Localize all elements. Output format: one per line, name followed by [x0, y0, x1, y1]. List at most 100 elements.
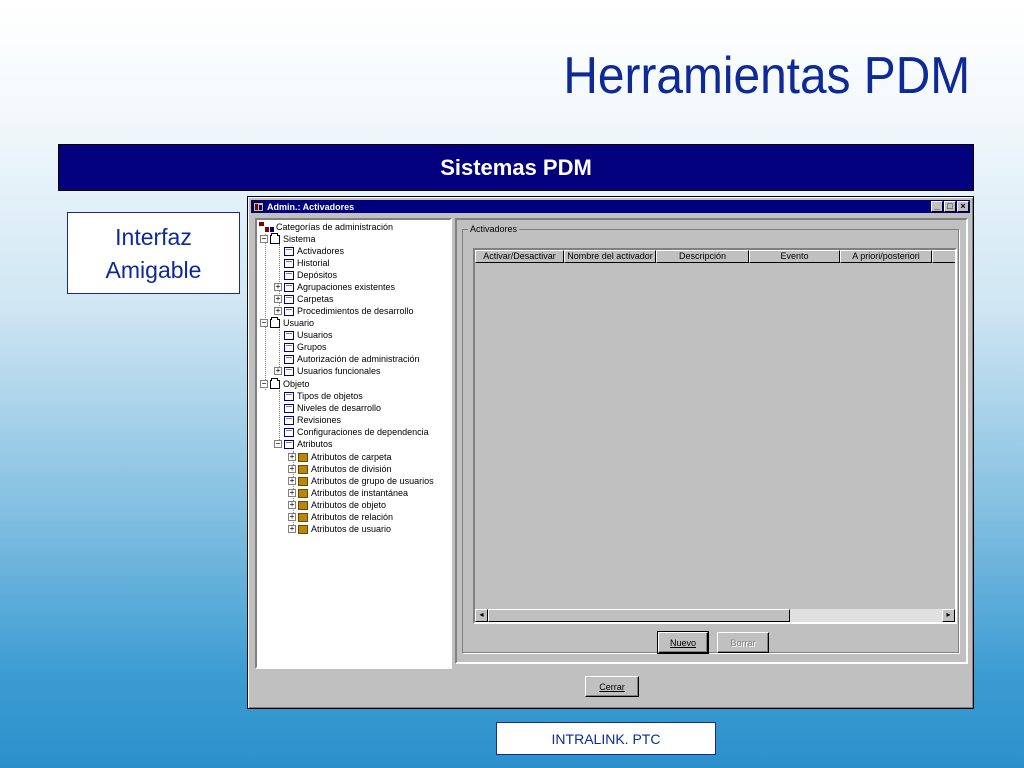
- tree-item-atributos-objeto[interactable]: + Atributos de objeto: [288, 499, 386, 511]
- slide-title: Herramientas PDM: [563, 47, 970, 105]
- tree-label: Niveles de desarrollo: [297, 403, 382, 413]
- side-callout-box: Interfaz Amigable: [67, 212, 240, 294]
- window-title: Admin.: Activadores: [267, 201, 355, 212]
- expand-icon[interactable]: +: [274, 295, 282, 303]
- expand-icon[interactable]: +: [288, 513, 296, 521]
- tree-item-atributos-instantanea[interactable]: + Atributos de instantánea: [288, 487, 408, 499]
- tree-item-atributos-carpeta[interactable]: + Atributos de carpeta: [288, 451, 392, 463]
- tree-item-tipos-objetos[interactable]: Tipos de objetos: [274, 390, 363, 402]
- column-header-nombre[interactable]: Nombre del activador: [564, 250, 656, 263]
- tree-label: Atributos de instantánea: [311, 488, 409, 498]
- activadores-table[interactable]: Activar/Desactivar Nombre del activador …: [473, 248, 957, 624]
- tree-label: Depósitos: [297, 270, 338, 280]
- tree-item-depositos[interactable]: Depósitos: [274, 269, 337, 281]
- tree-item-niveles[interactable]: Niveles de desarrollo: [274, 402, 381, 414]
- collapse-icon[interactable]: −: [260, 319, 268, 327]
- new-button[interactable]: Nuevo: [657, 631, 709, 654]
- tree-label: Grupos: [297, 342, 327, 352]
- horizontal-scrollbar[interactable]: ◂ ▸: [475, 609, 955, 622]
- expand-icon[interactable]: +: [288, 477, 296, 485]
- minimize-button[interactable]: _: [931, 201, 943, 212]
- tree-item-atributos-relacion[interactable]: + Atributos de relación: [288, 511, 393, 523]
- tree-item-carpetas[interactable]: + Carpetas: [274, 293, 334, 305]
- attribute-book-icon: [298, 464, 308, 474]
- tree-node-objeto[interactable]: − Objeto: [260, 377, 310, 390]
- collapse-icon[interactable]: −: [260, 235, 268, 243]
- tree-label: Atributos de carpeta: [311, 452, 392, 462]
- scroll-thumb[interactable]: [488, 609, 790, 622]
- column-header-extra[interactable]: (: [932, 250, 955, 263]
- maximize-button[interactable]: □: [944, 201, 956, 212]
- tree-item-atributos[interactable]: − Atributos: [274, 438, 333, 450]
- expand-icon[interactable]: +: [274, 283, 282, 291]
- tree-item-historial[interactable]: Historial: [274, 257, 330, 269]
- column-header-activar[interactable]: Activar/Desactivar: [475, 250, 564, 263]
- expand-icon[interactable]: +: [274, 367, 282, 375]
- scroll-right-button[interactable]: ▸: [942, 609, 955, 622]
- tree-label: Categorías de administración: [276, 222, 394, 232]
- tree-item-atributos-usuario[interactable]: + Atributos de usuario: [288, 523, 391, 535]
- window-titlebar[interactable]: Admin.: Activadores _ □ ×: [251, 200, 970, 213]
- activadores-group: Activadores Activar/Desactivar Nombre de…: [462, 224, 959, 654]
- side-callout-line1: Interfaz: [115, 224, 192, 250]
- document-icon: [284, 391, 294, 401]
- expand-icon[interactable]: +: [288, 465, 296, 473]
- tree-label: Usuarios: [297, 330, 333, 340]
- tree-node-root[interactable]: Categorías de administración: [259, 221, 393, 233]
- scroll-track[interactable]: [790, 609, 942, 622]
- tree-label: Usuarios funcionales: [297, 366, 381, 376]
- tree-label: Historial: [297, 258, 330, 268]
- column-header-evento[interactable]: Evento: [749, 250, 840, 263]
- document-icon: [284, 294, 294, 304]
- expand-icon[interactable]: +: [288, 501, 296, 509]
- expand-icon[interactable]: +: [288, 489, 296, 497]
- collapse-icon[interactable]: −: [274, 440, 282, 448]
- tree-item-configuraciones[interactable]: Configuraciones de dependencia: [274, 426, 429, 438]
- tree-node-sistema[interactable]: − Sistema: [260, 232, 316, 245]
- tree-node-usuario[interactable]: − Usuario: [260, 316, 314, 329]
- document-icon: [284, 282, 294, 292]
- tree-item-usuarios-funcionales[interactable]: + Usuarios funcionales: [274, 365, 381, 377]
- delete-button[interactable]: Borrar: [717, 632, 769, 653]
- open-folder-icon: [270, 316, 280, 328]
- tree-item-revisiones[interactable]: Revisiones: [274, 414, 341, 426]
- column-header-apriori[interactable]: A priori/posteriori: [840, 250, 932, 263]
- column-header-descripcion[interactable]: Descripción: [656, 250, 749, 263]
- window-controls: _ □ ×: [931, 201, 969, 212]
- expand-icon[interactable]: +: [288, 525, 296, 533]
- document-icon: [284, 258, 294, 268]
- side-callout-line2: Amigable: [105, 257, 202, 283]
- tree-item-procedimientos[interactable]: + Procedimientos de desarrollo: [274, 305, 414, 317]
- tree-item-grupos[interactable]: Grupos: [274, 341, 327, 353]
- tree-item-autorizacion[interactable]: Autorización de administración: [274, 353, 420, 365]
- expand-icon[interactable]: +: [288, 453, 296, 461]
- close-dialog-button[interactable]: Cerrar: [585, 676, 639, 697]
- close-button[interactable]: ×: [957, 201, 969, 212]
- collapse-icon[interactable]: −: [260, 380, 268, 388]
- tree-item-atributos-grupo[interactable]: + Atributos de grupo de usuarios: [288, 475, 434, 487]
- tree-label: Atributos: [297, 439, 333, 449]
- tree-item-usuarios[interactable]: Usuarios: [274, 329, 333, 341]
- tree-item-activadores[interactable]: Activadores: [274, 245, 344, 257]
- tree-label: Agrupaciones existentes: [297, 282, 396, 292]
- admin-window: Admin.: Activadores _ □ × Categorías de …: [247, 196, 974, 709]
- tree-item-agrupaciones[interactable]: + Agrupaciones existentes: [274, 281, 395, 293]
- document-icon: [284, 403, 294, 413]
- scroll-left-button[interactable]: ◂: [475, 609, 488, 622]
- open-folder-icon: [270, 377, 280, 389]
- expand-icon[interactable]: +: [274, 307, 282, 315]
- table-header: Activar/Desactivar Nombre del activador …: [475, 250, 955, 263]
- tree-item-atributos-division[interactable]: + Atributos de división: [288, 463, 392, 475]
- tree-label: Revisiones: [297, 415, 342, 425]
- attribute-book-icon: [298, 488, 308, 498]
- category-tree[interactable]: Categorías de administración − Sistema A…: [255, 218, 452, 669]
